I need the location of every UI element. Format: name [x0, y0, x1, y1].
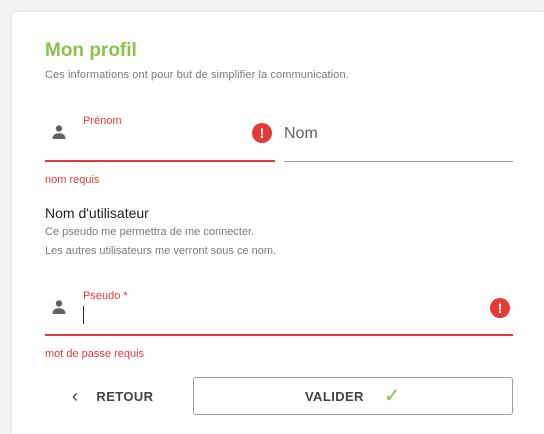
error-icon: ! [490, 298, 510, 318]
username-section-title: Nom d'utilisateur [45, 205, 149, 221]
first-name-error: nom requis [45, 174, 100, 186]
chevron-left-icon: ‹ [72, 386, 79, 406]
page-subtitle: Ces informations ont pour but de simplif… [45, 69, 349, 81]
pseudo-error: mot de passe requis [45, 348, 145, 360]
last-name-input[interactable] [284, 112, 513, 162]
validate-button-label: VALIDER [304, 388, 364, 404]
pseudo-input[interactable] [45, 286, 513, 334]
check-icon: ✓ [383, 385, 402, 407]
page-title: Mon profil [45, 40, 137, 61]
last-name-underline [284, 161, 513, 162]
error-icon: ! [252, 123, 272, 143]
pseudo-underline [45, 334, 513, 336]
username-desc-line2: Les autres utilisateurs me verront sous … [45, 245, 277, 257]
validate-button[interactable]: VALIDER ✓ [193, 377, 513, 415]
username-desc-line1: Ce pseudo me permettra de me connecter. [45, 226, 255, 238]
first-name-input[interactable] [45, 112, 275, 160]
first-name-underline [45, 160, 275, 162]
back-button-label: RETOUR [96, 388, 154, 404]
back-button[interactable]: ‹ RETOUR [66, 382, 159, 410]
